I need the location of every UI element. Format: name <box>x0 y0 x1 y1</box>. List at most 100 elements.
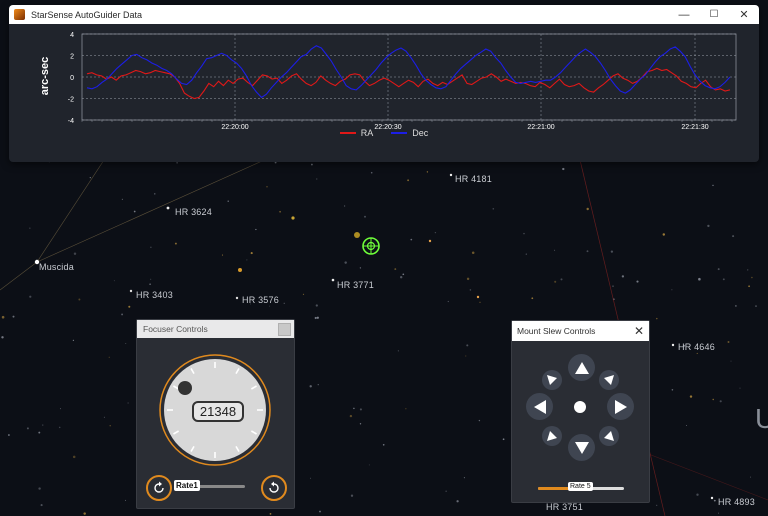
field-star <box>350 494 354 497</box>
field-star <box>73 252 77 255</box>
field-star <box>124 499 127 501</box>
arrow-left-icon <box>533 399 546 414</box>
field-star <box>255 228 257 231</box>
field-star <box>465 355 467 357</box>
close-icon[interactable] <box>278 323 291 336</box>
field-star <box>730 360 732 362</box>
legend-label: RA <box>360 128 374 138</box>
field-star <box>671 289 673 291</box>
field-star <box>560 278 563 281</box>
star-label: HR 3624 <box>175 207 212 217</box>
field-star <box>38 487 41 490</box>
window-titlebar[interactable]: StarSense AutoGuider Data — ☐ ✕ <box>9 5 759 24</box>
focus-position-readout: 21348 <box>192 401 244 422</box>
slew-up-right-button[interactable] <box>599 370 619 390</box>
star <box>671 343 675 347</box>
rotate-cw-button[interactable] <box>261 475 287 501</box>
field-star <box>269 305 271 307</box>
field-star <box>755 305 757 307</box>
focuser-title: Focuser Controls <box>143 324 208 334</box>
maximize-button[interactable]: ☐ <box>699 5 729 24</box>
field-star <box>469 289 472 291</box>
star-label: HR 3576 <box>242 295 279 305</box>
slew-left-button[interactable] <box>526 393 553 420</box>
arrow-right-icon <box>614 399 627 414</box>
y-tick-label: 0 <box>70 75 74 82</box>
field-star <box>689 395 693 398</box>
field-star <box>310 477 311 479</box>
slew-stop-button[interactable] <box>574 401 586 413</box>
legend-item-ra: RA <box>339 128 374 138</box>
field-star <box>72 455 76 459</box>
rotate-ccw-button[interactable] <box>146 475 172 501</box>
slew-right-button[interactable] <box>607 393 634 420</box>
focuser-titlebar[interactable]: Focuser Controls <box>137 320 294 338</box>
field-star <box>750 476 752 478</box>
star <box>710 496 714 500</box>
field-star <box>368 464 370 466</box>
mount-titlebar[interactable]: Mount Slew Controls ✕ <box>512 321 649 341</box>
field-star <box>109 425 111 427</box>
field-star <box>317 384 319 386</box>
field-star <box>562 167 565 171</box>
field-star <box>7 434 10 436</box>
field-star <box>78 298 81 301</box>
field-star <box>471 251 475 254</box>
field-star <box>26 427 29 430</box>
field-star <box>718 512 719 514</box>
field-star <box>1 315 5 319</box>
star <box>476 295 480 299</box>
field-star <box>727 341 730 343</box>
chart-legend: RA Dec <box>9 128 759 138</box>
arrow-up-right-icon <box>604 375 614 385</box>
field-star <box>29 227 31 229</box>
star-label: HR 3751 <box>546 502 583 512</box>
series-line-dec <box>86 45 731 99</box>
minimize-button[interactable]: — <box>669 5 699 24</box>
rotate-right-icon <box>269 481 279 493</box>
field-star <box>113 280 115 282</box>
close-icon[interactable]: ✕ <box>634 324 644 338</box>
field-star <box>108 356 110 358</box>
star <box>449 173 453 177</box>
star <box>331 278 335 282</box>
field-star <box>656 504 658 506</box>
field-star <box>89 176 91 179</box>
field-star <box>283 302 285 304</box>
field-star <box>698 277 701 281</box>
field-star <box>38 431 41 434</box>
field-star <box>353 407 355 410</box>
field-star <box>662 233 666 236</box>
telescope-reticle-icon[interactable] <box>362 237 380 255</box>
field-star <box>719 400 722 403</box>
field-star <box>405 408 407 410</box>
field-star <box>315 304 318 307</box>
slew-up-button[interactable] <box>568 354 595 381</box>
field-star <box>319 510 321 513</box>
app-icon <box>14 9 25 20</box>
field-star <box>58 426 61 429</box>
field-star <box>42 424 44 426</box>
dial-knob[interactable] <box>178 381 192 395</box>
field-star <box>1 336 4 339</box>
slew-down-right-button[interactable] <box>599 426 619 446</box>
field-star <box>250 252 253 255</box>
field-star <box>150 278 152 280</box>
field-star <box>722 278 725 281</box>
focus-dial[interactable]: 21348 <box>159 354 271 466</box>
field-star <box>149 283 151 286</box>
slew-down-left-button[interactable] <box>542 426 562 446</box>
slew-up-left-button[interactable] <box>542 370 562 390</box>
field-star <box>266 186 268 188</box>
star <box>291 216 295 220</box>
field-star <box>466 277 470 281</box>
close-button[interactable]: ✕ <box>729 5 759 24</box>
field-star <box>636 280 639 283</box>
slew-down-button[interactable] <box>568 434 595 461</box>
field-star <box>447 300 449 303</box>
field-star <box>492 208 495 210</box>
star-label: HR 3771 <box>337 280 374 290</box>
field-star <box>176 162 178 164</box>
autoguider-window: StarSense AutoGuider Data — ☐ ✕ 4 2 0 -2 -4 2… <box>9 5 759 162</box>
field-star <box>128 305 131 308</box>
